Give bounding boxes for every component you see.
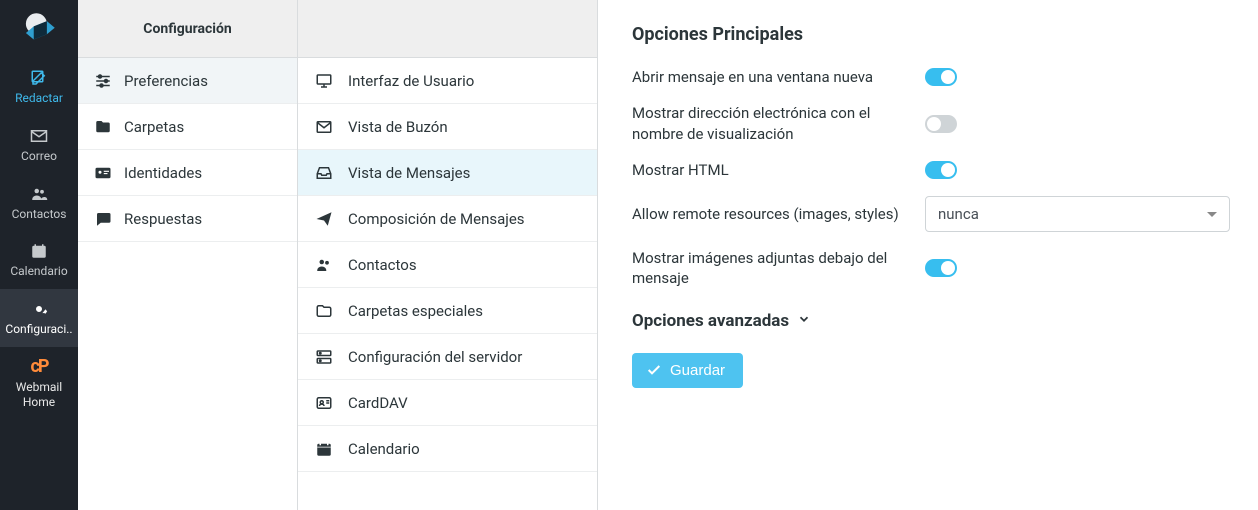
label-allow-remote: Allow remote resources (images, styles) bbox=[632, 204, 901, 224]
advanced-options-title: Opciones avanzadas bbox=[632, 311, 789, 331]
paper-plane-icon bbox=[314, 210, 334, 228]
folder-icon bbox=[94, 118, 112, 136]
rail-item-settings[interactable]: Configuraci.. bbox=[0, 289, 78, 347]
users-icon bbox=[314, 256, 334, 274]
category-label: Preferencias bbox=[124, 72, 208, 90]
section-composicion-mensajes[interactable]: Composición de Mensajes bbox=[298, 196, 597, 242]
nav-rail: Redactar Correo Contactos Calendario Con bbox=[0, 0, 78, 510]
folder-outline-icon bbox=[314, 302, 334, 320]
ctrl-show-html bbox=[925, 161, 1230, 179]
comment-icon bbox=[94, 210, 112, 228]
section-contactos[interactable]: Contactos bbox=[298, 242, 597, 288]
toggle-open-new-window[interactable] bbox=[925, 68, 957, 86]
rail-label-calendar: Calendario bbox=[10, 265, 67, 279]
check-icon bbox=[646, 362, 662, 378]
section-label: Carpetas especiales bbox=[348, 302, 483, 320]
save-button-label: Guardar bbox=[670, 362, 725, 379]
advanced-options-toggle[interactable]: Opciones avanzadas bbox=[632, 311, 1230, 331]
server-icon bbox=[314, 348, 334, 366]
sliders-icon bbox=[94, 72, 112, 90]
content-wrap: Opciones Principales Abrir mensaje en un… bbox=[632, 24, 1230, 388]
save-button[interactable]: Guardar bbox=[632, 353, 743, 388]
row-show-email-name: Mostrar dirección electrónica con el nom… bbox=[632, 95, 1230, 152]
main-options-title: Opciones Principales bbox=[632, 24, 1230, 45]
rail-label-contacts: Contactos bbox=[12, 208, 67, 222]
rail-label-mail: Correo bbox=[21, 150, 57, 164]
select-allow-remote-value: nunca bbox=[938, 205, 979, 223]
label-show-html: Mostrar HTML bbox=[632, 160, 901, 180]
section-label: Vista de Buzón bbox=[348, 118, 448, 136]
envelope-icon bbox=[314, 118, 334, 136]
rail-item-contacts[interactable]: Contactos bbox=[0, 174, 78, 232]
section-vista-mensajes[interactable]: Vista de Mensajes bbox=[298, 150, 597, 196]
section-configuracion-servidor[interactable]: Configuración del servidor bbox=[298, 334, 597, 380]
ctrl-inline-images bbox=[925, 259, 1230, 277]
category-carpetas[interactable]: Carpetas bbox=[78, 104, 297, 150]
section-calendario[interactable]: Calendario bbox=[298, 426, 597, 472]
row-open-new-window: Abrir mensaje en una ventana nueva bbox=[632, 59, 1230, 95]
row-show-html: Mostrar HTML bbox=[632, 152, 1230, 188]
rail-item-calendar[interactable]: Calendario bbox=[0, 231, 78, 289]
preference-sections-column: Interfaz de Usuario Vista de Buzón Vista… bbox=[298, 0, 598, 510]
label-show-email-name: Mostrar dirección electrónica con el nom… bbox=[632, 103, 901, 144]
contacts-icon bbox=[29, 184, 49, 204]
section-vista-buzon[interactable]: Vista de Buzón bbox=[298, 104, 597, 150]
cpanel-icon: cP bbox=[29, 357, 49, 377]
inbox-icon bbox=[314, 164, 334, 182]
calendar2-icon bbox=[314, 440, 334, 458]
section-carddav[interactable]: CardDAV bbox=[298, 380, 597, 426]
rail-item-compose[interactable]: Redactar bbox=[0, 58, 78, 116]
category-respuestas[interactable]: Respuestas bbox=[78, 196, 297, 242]
chevron-down-icon bbox=[797, 311, 811, 331]
id-card-icon bbox=[94, 164, 112, 182]
category-identidades[interactable]: Identidades bbox=[78, 150, 297, 196]
category-label: Carpetas bbox=[124, 118, 184, 136]
desktop-icon bbox=[314, 72, 334, 90]
section-label: Calendario bbox=[348, 440, 420, 458]
section-interfaz-usuario[interactable]: Interfaz de Usuario bbox=[298, 58, 597, 104]
section-label: Contactos bbox=[348, 256, 417, 274]
section-label: CardDAV bbox=[348, 394, 408, 412]
rail-label-compose: Redactar bbox=[15, 92, 63, 106]
select-allow-remote[interactable]: nunca bbox=[925, 196, 1230, 232]
compose-icon bbox=[29, 68, 49, 88]
row-inline-images: Mostrar imágenes adjuntas debajo del men… bbox=[632, 240, 1230, 297]
toggle-inline-images[interactable] bbox=[925, 259, 957, 277]
toggle-show-html[interactable] bbox=[925, 161, 957, 179]
calendar-icon bbox=[29, 241, 49, 261]
mail-icon bbox=[29, 126, 49, 146]
ctrl-allow-remote: nunca bbox=[925, 196, 1230, 232]
category-label: Respuestas bbox=[124, 210, 202, 228]
row-allow-remote: Allow remote resources (images, styles) … bbox=[632, 188, 1230, 240]
gear-icon bbox=[29, 299, 49, 319]
section-label: Configuración del servidor bbox=[348, 348, 522, 366]
section-label: Composición de Mensajes bbox=[348, 210, 525, 228]
settings-header: Configuración bbox=[78, 0, 297, 58]
rail-label-webmail-2: Home bbox=[23, 396, 55, 410]
ctrl-show-email-name bbox=[925, 115, 1230, 133]
rail-item-webmail-home[interactable]: cP Webmail Home bbox=[0, 347, 78, 420]
rail-label-webmail-1: Webmail bbox=[16, 381, 62, 395]
label-open-new-window: Abrir mensaje en una ventana nueva bbox=[632, 67, 901, 87]
rail-item-mail[interactable]: Correo bbox=[0, 116, 78, 174]
settings-categories-column: Configuración Preferencias Carpetas Iden… bbox=[78, 0, 298, 510]
settings-form: Opciones Principales Abrir mensaje en un… bbox=[598, 0, 1258, 510]
section-label: Interfaz de Usuario bbox=[348, 72, 474, 90]
toggle-show-email-name[interactable] bbox=[925, 115, 957, 133]
rail-label-settings: Configuraci.. bbox=[5, 323, 72, 337]
app-logo bbox=[0, 0, 78, 58]
address-card-icon bbox=[314, 394, 334, 412]
category-label: Identidades bbox=[124, 164, 202, 182]
ctrl-open-new-window bbox=[925, 68, 1230, 86]
label-inline-images: Mostrar imágenes adjuntas debajo del men… bbox=[632, 248, 901, 289]
roundcube-logo-icon bbox=[18, 8, 60, 50]
app-root: Redactar Correo Contactos Calendario Con bbox=[0, 0, 1258, 510]
category-preferencias[interactable]: Preferencias bbox=[78, 58, 297, 104]
sections-header bbox=[298, 0, 597, 58]
section-carpetas-especiales[interactable]: Carpetas especiales bbox=[298, 288, 597, 334]
section-label: Vista de Mensajes bbox=[348, 164, 470, 182]
